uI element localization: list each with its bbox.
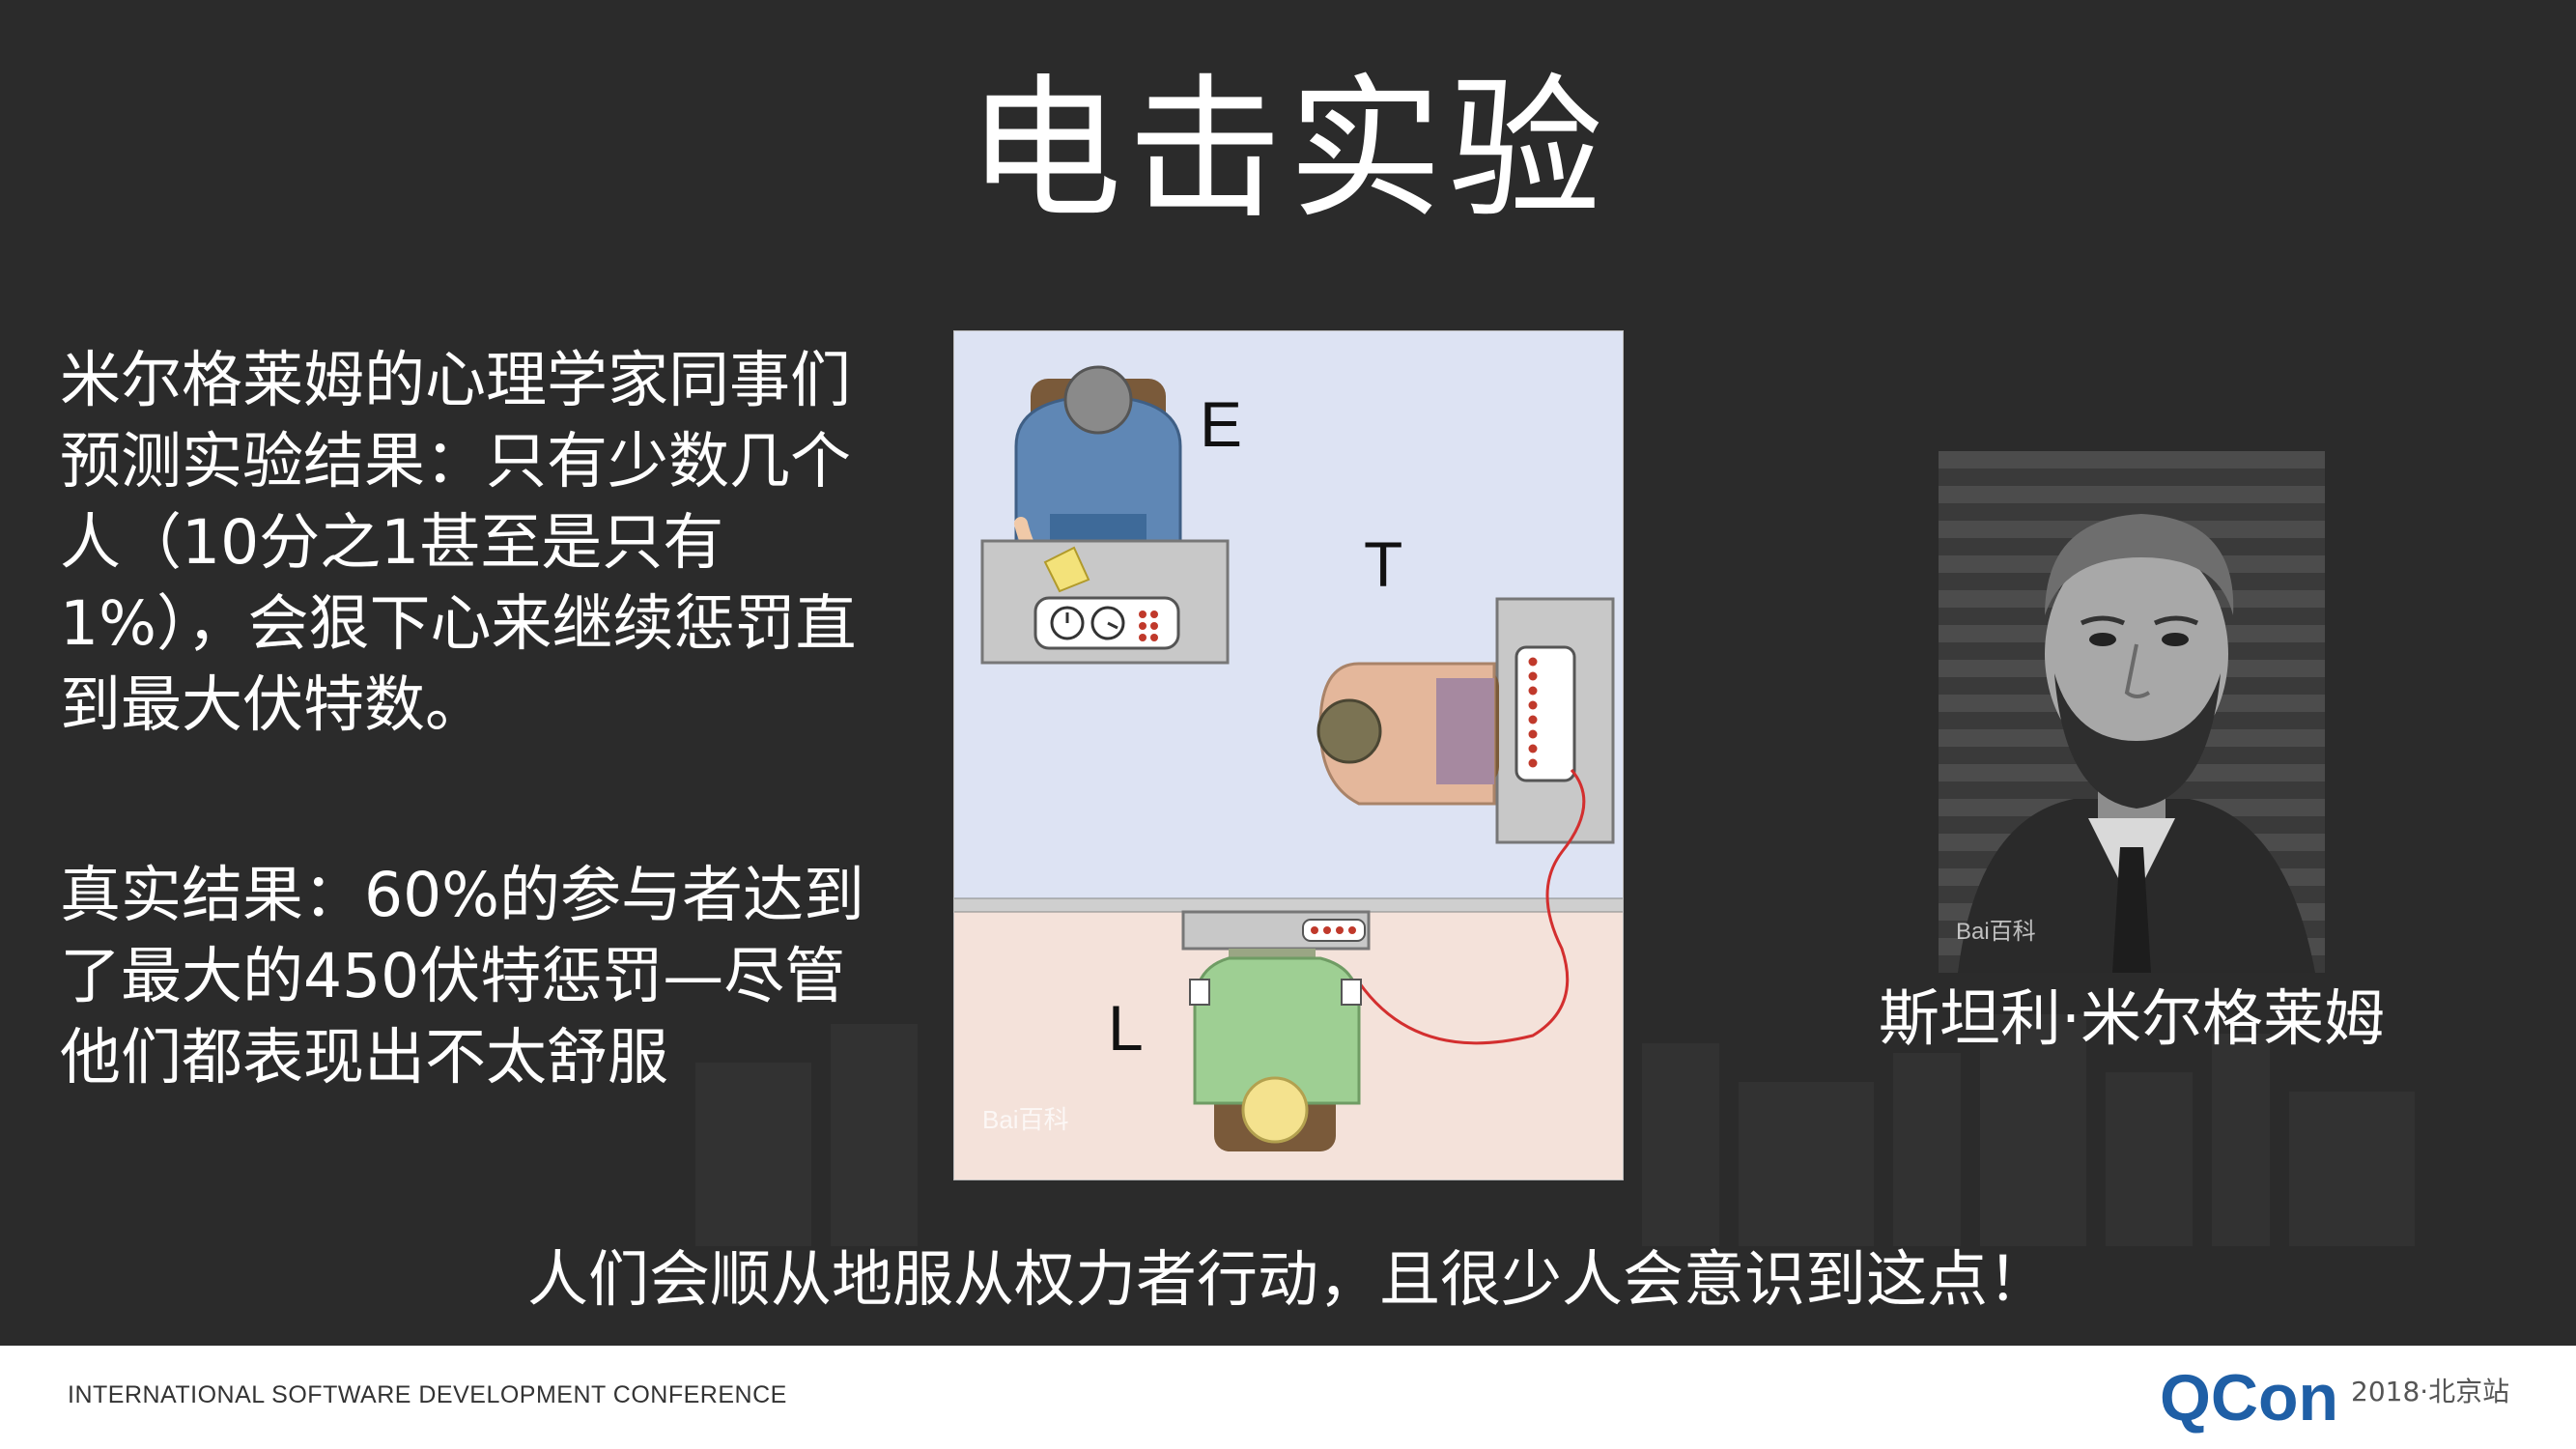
learner-figure: [1189, 949, 1362, 1151]
result-paragraph: 真实结果：60%的参与者达到了最大的450伏特惩罚—尽管他们都表现出不太舒服: [60, 860, 865, 1093]
label-l: L: [1108, 992, 1144, 1064]
conference-name: INTERNATIONAL SOFTWARE DEVELOPMENT CONFE…: [68, 1381, 787, 1408]
milgram-portrait: Bai百科: [1939, 451, 2325, 973]
experimenter-desk: [980, 539, 1230, 665]
experimenter-figure: [1014, 365, 1182, 574]
experiment-diagram: E T L Bai百科: [953, 330, 1624, 1180]
conclusion-text: 人们会顺从地服从权力者行动，且很少人会意识到这点！: [527, 1244, 2049, 1315]
dividing-wall: [953, 897, 1624, 913]
teacher-desk: [1495, 597, 1615, 844]
learner-desk: [1181, 910, 1371, 951]
label-t: T: [1364, 528, 1402, 600]
portrait-watermark: Bai百科: [1956, 919, 2036, 945]
qcon-edition: 2018·北京站: [2351, 1376, 2509, 1407]
prediction-paragraph: 米尔格莱姆的心理学家同事们预测实验结果：只有少数几个人（10分之1甚至是只有1%…: [60, 345, 857, 740]
label-e: E: [1200, 388, 1242, 460]
slide-title: 电击实验: [967, 59, 1609, 240]
slide: 电击实验 米尔格莱姆的心理学家同事们预测实验结果：只有少数几个人（10分之1甚至…: [0, 0, 2576, 1346]
diagram-watermark: Bai百科: [982, 1105, 1069, 1134]
qcon-logo: QCon 2018·北京站: [2160, 1361, 2509, 1435]
qcon-brand: QCon: [2160, 1361, 2338, 1435]
portrait-caption: 斯坦利·米尔格莱姆: [1878, 983, 2386, 1054]
